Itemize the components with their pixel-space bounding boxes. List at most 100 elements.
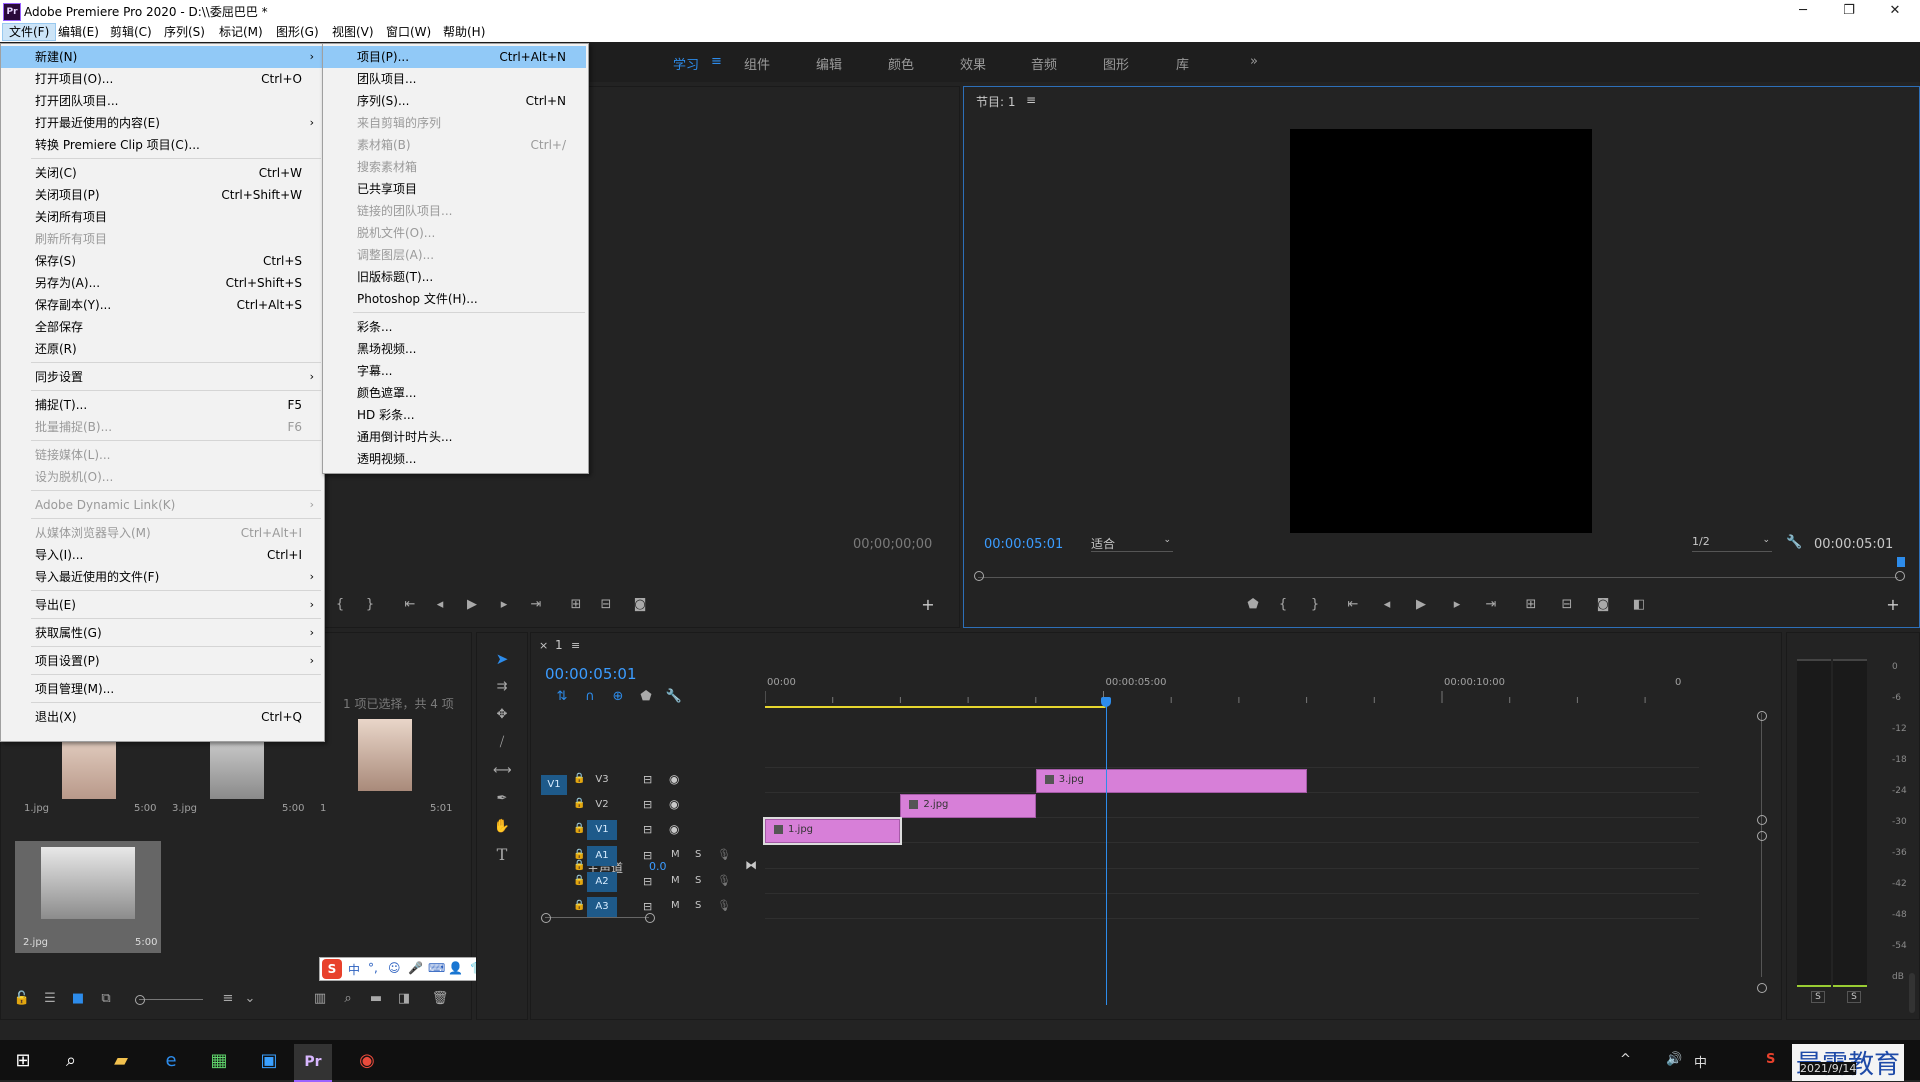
workspace-editing[interactable]: 编辑 xyxy=(816,54,842,73)
file-menu-item[interactable]: 批量捕捉(B)... F6 xyxy=(1,416,322,438)
file-menu-item[interactable]: 捕捉(T)... F5 xyxy=(1,394,322,416)
new-menu-item[interactable]: 来自剪辑的序列 xyxy=(323,112,586,134)
program-scrubber[interactable] xyxy=(978,577,1898,578)
sync-lock-icon[interactable]: ⊟ xyxy=(643,875,652,888)
track-lock-icon[interactable]: 🔒 xyxy=(573,773,585,784)
file-menu-item[interactable]: 保存(S) Ctrl+S xyxy=(1,250,322,272)
new-menu-item[interactable]: Photoshop 文件(H)... xyxy=(323,288,586,310)
scroll-handle[interactable] xyxy=(1757,711,1767,721)
microphone-icon[interactable]: 🎙 xyxy=(717,899,731,912)
track-lock-icon[interactable]: 🔒 xyxy=(573,798,585,809)
insert-icon[interactable]: ⊞ xyxy=(567,597,585,613)
go-to-in-icon[interactable]: ⇤ xyxy=(401,597,419,613)
solo-button[interactable]: S xyxy=(695,849,701,860)
menu-file[interactable]: 文件(F) xyxy=(2,23,57,41)
close-button[interactable]: ✕ xyxy=(1872,0,1918,22)
track-target-a1[interactable]: A1 xyxy=(587,846,617,866)
program-playhead-marker[interactable] xyxy=(1897,557,1905,567)
add-button-icon[interactable]: + xyxy=(919,597,937,613)
windows-start-icon[interactable]: ⊞ xyxy=(10,1048,36,1074)
file-menu-item[interactable]: 链接媒体(L)... xyxy=(1,444,322,466)
new-menu-item[interactable]: 搜索素材箱 xyxy=(323,156,586,178)
wrench-icon[interactable]: 🔧 xyxy=(665,689,683,705)
add-button-icon[interactable]: + xyxy=(1884,597,1902,613)
chevron-down-icon[interactable]: ⌄ xyxy=(241,991,259,1007)
microphone-icon[interactable]: 🎙 xyxy=(717,874,731,887)
file-menu-item[interactable]: 导入(I)... Ctrl+I xyxy=(1,544,322,566)
ime-user-icon[interactable]: 👤 xyxy=(448,961,463,975)
file-menu-item[interactable]: 设为脱机(O)... xyxy=(1,466,322,488)
workspace-assembly[interactable]: 组件 xyxy=(744,54,770,73)
file-menu-item[interactable]: 全部保存 xyxy=(1,316,322,338)
app-icon[interactable]: ▣ xyxy=(256,1048,282,1074)
timeline-timecode[interactable]: 00:00:05:01 xyxy=(545,665,637,683)
mark-in-icon[interactable]: { xyxy=(331,597,349,613)
maximize-button[interactable]: ❐ xyxy=(1826,0,1872,22)
project-item-selected[interactable]: 2.jpg 5:00 xyxy=(15,841,161,953)
mute-button[interactable]: M xyxy=(671,900,680,911)
time-ruler[interactable]: 00:00 00:00:05:00 00:00:10:00 0 xyxy=(765,673,1705,709)
menu-clip[interactable]: 剪辑(C) xyxy=(104,24,158,40)
new-menu-item[interactable]: 已共享项目 xyxy=(323,178,586,200)
mark-out-icon[interactable]: } xyxy=(361,597,379,613)
file-menu-item[interactable]: 导入最近使用的文件(F) › xyxy=(1,566,322,588)
step-forward-icon[interactable]: ▸ xyxy=(495,597,513,613)
icon-view-icon[interactable]: ■ xyxy=(69,991,87,1007)
ripple-edit-tool-icon[interactable]: ✥ xyxy=(493,707,511,723)
lock-icon[interactable]: 🔓 xyxy=(13,991,31,1007)
file-menu-item[interactable]: 关闭(C) Ctrl+W xyxy=(1,162,322,184)
timeline-zoom-scrollbar[interactable] xyxy=(545,917,649,918)
automate-to-sequence-icon[interactable]: ▥ xyxy=(311,991,329,1007)
edge-browser-icon[interactable]: e xyxy=(158,1048,184,1074)
file-menu-item[interactable]: 刷新所有项目 xyxy=(1,228,322,250)
new-menu-item[interactable]: 链接的团队项目... xyxy=(323,200,586,222)
file-menu-item[interactable]: 获取属性(G) › xyxy=(1,622,322,644)
minimize-button[interactable]: ─ xyxy=(1780,0,1826,22)
track-lock-icon[interactable]: 🔒 xyxy=(573,900,585,911)
razor-tool-icon[interactable]: ⧸ xyxy=(493,735,511,751)
workspace-libraries[interactable]: 库 xyxy=(1176,54,1189,73)
mute-button[interactable]: M xyxy=(671,849,680,860)
workspace-menu-icon[interactable]: ≡ xyxy=(711,54,722,69)
tray-volume-icon[interactable]: 🔊 xyxy=(1666,1052,1682,1067)
new-menu-item[interactable]: 素材箱(B) Ctrl+/ xyxy=(323,134,586,156)
file-menu-item[interactable]: 保存副本(Y)... Ctrl+Alt+S xyxy=(1,294,322,316)
mark-in-icon[interactable]: { xyxy=(1274,597,1292,613)
file-menu-item[interactable]: 项目管理(M)... xyxy=(1,678,322,700)
file-menu-item[interactable]: 关闭项目(P) Ctrl+Shift+W xyxy=(1,184,322,206)
file-menu-item[interactable]: 另存为(A)... Ctrl+Shift+S xyxy=(1,272,322,294)
zoom-handle-left[interactable] xyxy=(541,913,551,923)
comparison-view-icon[interactable]: ◧ xyxy=(1630,597,1648,613)
new-menu-item[interactable]: 透明视频... xyxy=(323,448,586,470)
eye-icon[interactable]: ◉ xyxy=(669,772,679,786)
add-marker-icon[interactable]: ⬟ xyxy=(1244,597,1262,613)
go-to-out-icon[interactable]: ⇥ xyxy=(527,597,545,613)
file-menu-item[interactable]: 打开最近使用的内容(E) › xyxy=(1,112,322,134)
timeline-tab[interactable]: 1 xyxy=(555,638,563,652)
track-lock-icon[interactable]: 🔒 xyxy=(573,823,585,834)
sogou-logo-icon[interactable]: S xyxy=(322,959,342,979)
type-tool-icon[interactable]: T xyxy=(493,847,511,863)
ime-punctuation-icon[interactable]: °, xyxy=(368,961,378,975)
lift-icon[interactable]: ⊞ xyxy=(1522,597,1540,613)
workspace-graphics[interactable]: 图形 xyxy=(1103,54,1129,73)
source-patch-v1[interactable]: V1 xyxy=(541,775,567,795)
file-menu-item[interactable]: 导出(E) › xyxy=(1,594,322,616)
track-target-a2[interactable]: A2 xyxy=(587,872,617,892)
track-target-v1[interactable]: V1 xyxy=(587,820,617,840)
workspace-learn[interactable]: 学习 xyxy=(673,54,699,73)
eye-icon[interactable]: ◉ xyxy=(669,797,679,811)
new-menu-item[interactable]: HD 彩条... xyxy=(323,404,586,426)
ime-chinese-toggle[interactable]: 中 xyxy=(348,961,360,978)
mark-out-icon[interactable]: } xyxy=(1306,597,1324,613)
export-frame-icon[interactable]: ◙ xyxy=(1594,597,1612,613)
file-menu-item[interactable]: Adobe Dynamic Link(K) › xyxy=(1,494,322,516)
eye-icon[interactable]: ◉ xyxy=(669,822,679,836)
meter-scrollbar[interactable] xyxy=(1909,973,1915,1013)
program-playhead-timecode[interactable]: 00:00:05:01 xyxy=(984,537,1063,552)
workspace-audio[interactable]: 音频 xyxy=(1031,54,1057,73)
ime-voice-icon[interactable]: 🎤 xyxy=(408,961,423,975)
file-explorer-icon[interactable]: ▰ xyxy=(108,1048,134,1074)
new-menu-item[interactable]: 字幕... xyxy=(323,360,586,382)
scrubber-start-handle[interactable] xyxy=(974,571,984,581)
